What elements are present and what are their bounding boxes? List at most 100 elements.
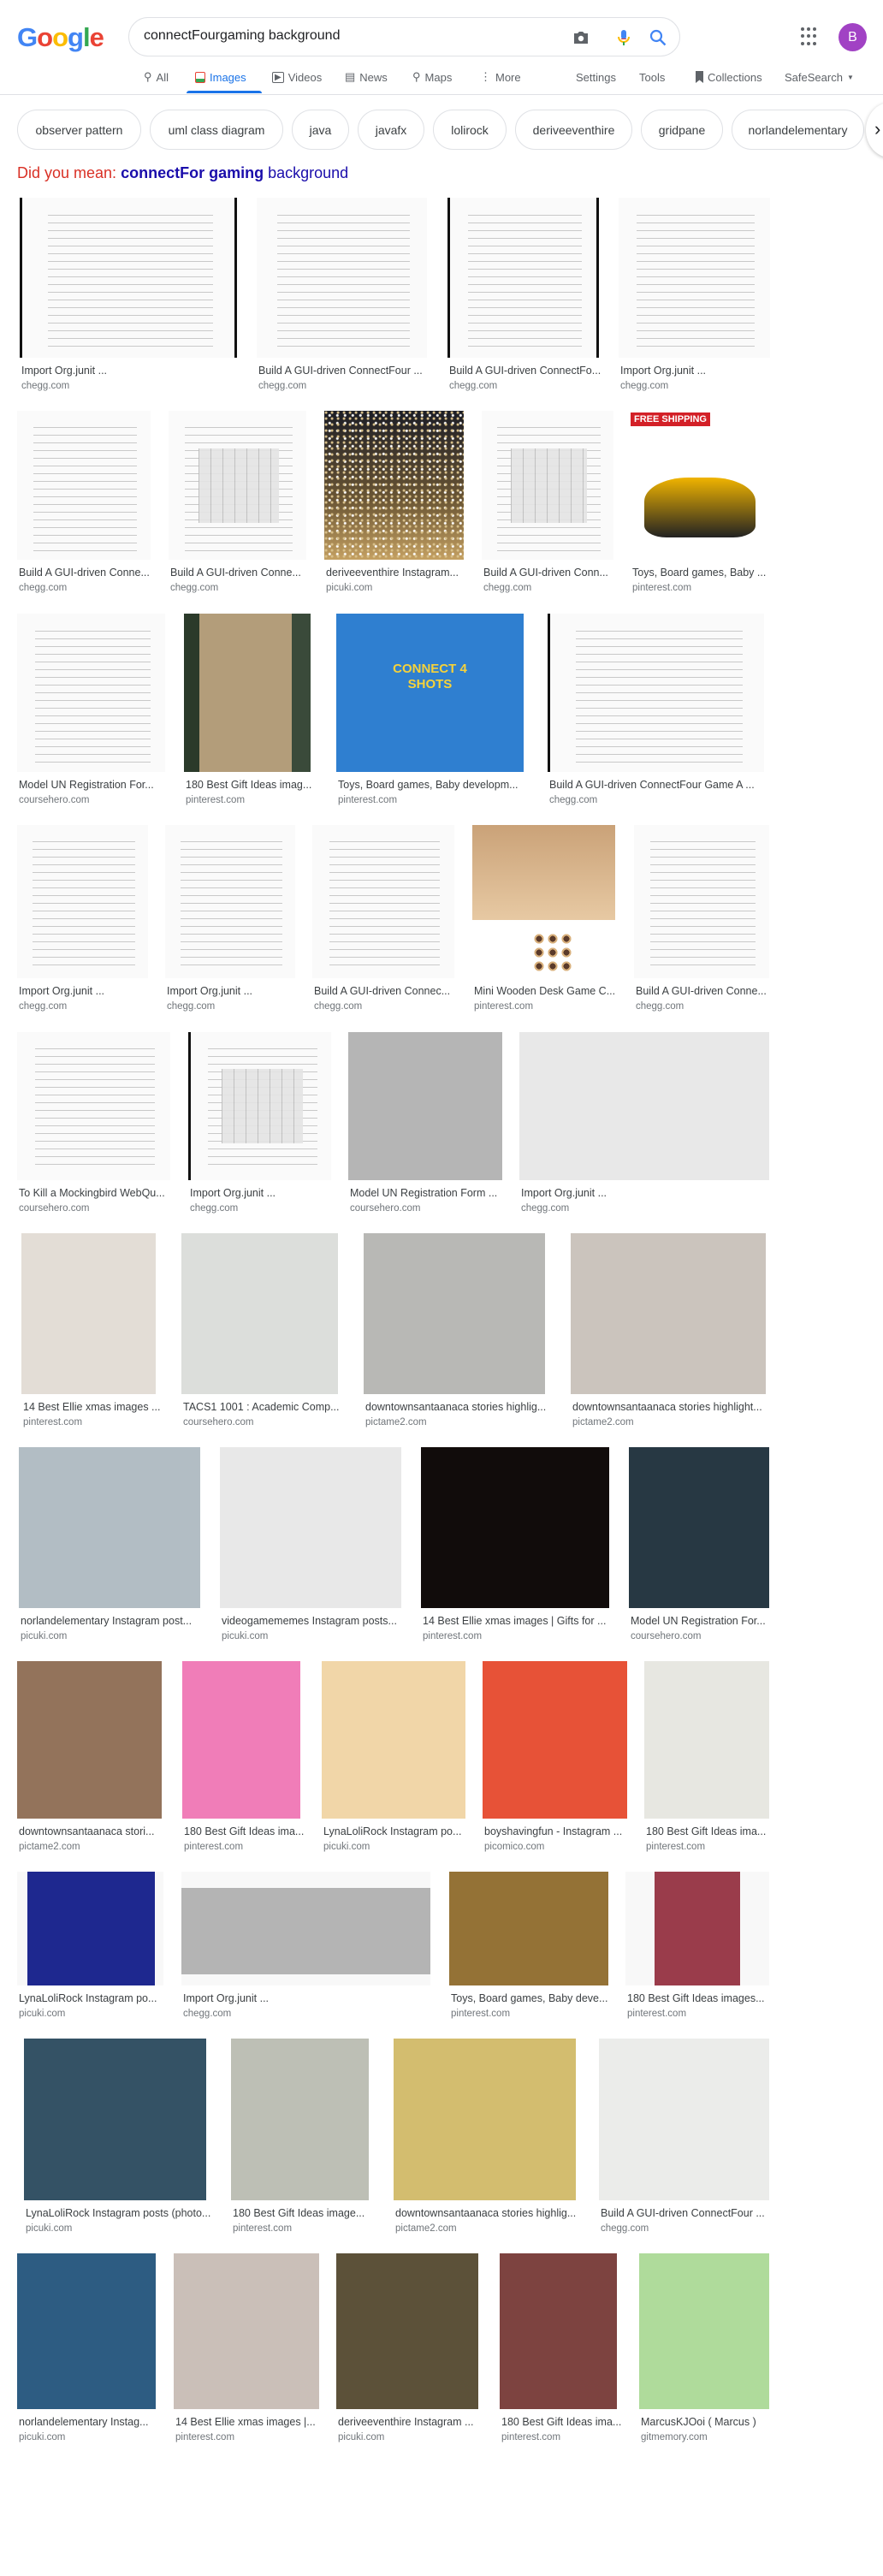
chip-lolirock[interactable]: lolirock [433,110,507,150]
result-title[interactable]: Import Org.junit ... [167,985,300,997]
result-thumbnail[interactable] [17,614,165,772]
result-title[interactable]: Toys, Board games, Baby deve... [451,1992,613,2004]
result-thumbnail[interactable] [20,198,237,358]
chip-deriveeventhire[interactable]: deriveeventhire [515,110,632,150]
result-thumbnail[interactable] [231,2039,369,2200]
result-title[interactable]: Model UN Registration Form ... [350,1187,507,1199]
result-thumbnail[interactable] [634,825,769,978]
result-title[interactable]: Build A GUI-driven Conn... [483,567,619,579]
result-title[interactable]: boyshavingfun - Instagram ... [484,1825,632,1837]
tab-images[interactable]: Images [195,68,246,86]
result-thumbnail[interactable] [548,614,764,772]
chip-norlandelementary[interactable]: norlandelementary [732,110,864,150]
result-title[interactable]: LynaLoliRock Instagram posts (photo... [26,2207,211,2219]
result-thumbnail[interactable] [599,2039,769,2200]
result-title[interactable]: Toys, Board games, Baby ... [632,567,774,579]
collections-link[interactable]: Collections [696,68,762,86]
result-title[interactable]: downtownsantaanaca stori... [19,1825,167,1837]
chip-gridpane[interactable]: gridpane [641,110,723,150]
result-thumbnail[interactable] [629,1447,769,1608]
result-title[interactable]: videogamememes Instagram posts... [222,1615,406,1627]
result-thumbnail[interactable] [17,825,148,978]
result-thumbnail[interactable] [17,2253,156,2409]
result-thumbnail[interactable] [644,1661,769,1819]
result-thumbnail[interactable] [571,1233,766,1394]
google-logo[interactable]: Google [17,22,104,53]
result-thumbnail[interactable] [174,2253,319,2409]
suggested-query-link[interactable]: connectFor gaming background [121,164,348,181]
result-thumbnail[interactable] [181,1233,338,1394]
chevron-right-icon[interactable]: › [866,103,883,157]
result-thumbnail[interactable] [364,1233,545,1394]
tab-news[interactable]: ▤ News [345,68,388,86]
result-thumbnail[interactable] [449,1872,608,1985]
chip-javafx[interactable]: javafx [358,110,424,150]
result-title[interactable]: Model UN Registration For... [19,779,170,791]
result-title[interactable]: 14 Best Ellie xmas images ... [23,1401,161,1413]
result-thumbnail[interactable] [21,1233,156,1394]
result-thumbnail[interactable] [184,614,311,772]
result-thumbnail[interactable] [472,825,615,978]
result-title[interactable]: downtownsantaanaca stories highlight... [572,1401,771,1413]
result-title[interactable]: deriveeventhire Instagram ... [338,2416,483,2428]
result-thumbnail[interactable] [169,411,306,560]
result-title[interactable]: Model UN Registration For... [631,1615,774,1627]
result-title[interactable]: Import Org.junit ... [521,1187,774,1199]
result-thumbnail[interactable] [447,198,599,358]
result-title[interactable]: 180 Best Gift Ideas images... [627,1992,774,2004]
result-title[interactable]: Build A GUI-driven ConnectFo... [449,365,604,377]
result-thumbnail[interactable] [312,825,454,978]
result-title[interactable]: 180 Best Gift Ideas imag... [186,779,316,791]
result-title[interactable]: deriveeventhire Instagram... [326,567,469,579]
result-thumbnail[interactable] [625,1872,769,1985]
result-title[interactable]: Build A GUI-driven ConnectFour ... [601,2207,774,2219]
result-title[interactable]: 180 Best Gift Ideas ima... [184,1825,305,1837]
result-title[interactable]: Import Org.junit ... [19,985,153,997]
result-thumbnail[interactable] [188,1032,331,1180]
result-thumbnail[interactable] [336,614,524,772]
result-thumbnail[interactable] [500,2253,617,2409]
chip-uml-class-diagram[interactable]: uml class diagram [150,110,283,150]
apps-grid-icon[interactable] [801,27,820,46]
safesearch-dropdown[interactable]: SafeSearch ▼ [785,68,854,86]
result-title[interactable]: 14 Best Ellie xmas images | Gifts for ..… [423,1615,614,1627]
result-thumbnail[interactable] [619,198,770,358]
tab-more[interactable]: ⋮ More [480,68,521,86]
result-thumbnail[interactable] [639,2253,769,2409]
result-title[interactable]: Build A GUI-driven ConnectFour ... [258,365,432,377]
result-thumbnail[interactable] [631,411,769,560]
tab-all[interactable]: ⚲ All [144,68,169,86]
result-title[interactable]: Build A GUI-driven ConnectFour Game A ..… [549,779,769,791]
result-thumbnail[interactable] [182,1661,300,1819]
result-thumbnail[interactable] [17,1872,163,1985]
result-thumbnail[interactable] [519,1032,769,1180]
result-title[interactable]: Import Org.junit ... [183,1992,436,2004]
settings-link[interactable]: Settings [576,68,616,86]
result-title[interactable]: 180 Best Gift Ideas image... [233,2207,374,2219]
result-title[interactable]: Build A GUI-driven Conne... [19,567,156,579]
result-title[interactable]: 180 Best Gift Ideas ima... [646,1825,774,1837]
result-thumbnail[interactable] [24,2039,206,2200]
result-thumbnail[interactable] [394,2039,576,2200]
account-avatar[interactable]: B [839,23,867,51]
result-thumbnail[interactable] [165,825,295,978]
result-title[interactable]: Mini Wooden Desk Game C... [474,985,620,997]
result-title[interactable]: To Kill a Mockingbird WebQu... [19,1187,175,1199]
result-title[interactable]: TACS1 1001 : Academic Comp... [183,1401,343,1413]
result-title[interactable]: LynaLoliRock Instagram po... [19,1992,169,2004]
result-title[interactable]: MarcusKJOoi ( Marcus ) [641,2416,774,2428]
result-thumbnail[interactable] [348,1032,502,1180]
result-thumbnail[interactable] [482,411,613,560]
result-thumbnail[interactable] [19,1447,200,1608]
result-title[interactable]: downtownsantaanaca stories highlig... [365,1401,550,1413]
result-title[interactable]: norlandelementary Instag... [19,2416,161,2428]
result-title[interactable]: downtownsantaanaca stories highlig... [395,2207,581,2219]
result-title[interactable]: Import Org.junit ... [190,1187,336,1199]
result-title[interactable]: Import Org.junit ... [620,365,775,377]
result-title[interactable]: Build A GUI-driven Conne... [636,985,774,997]
tab-maps[interactable]: ⚲ Maps [412,68,452,86]
result-thumbnail[interactable] [17,1661,162,1819]
result-thumbnail[interactable] [483,1661,627,1819]
search-input[interactable] [144,28,529,44]
tools-link[interactable]: Tools [639,68,665,86]
